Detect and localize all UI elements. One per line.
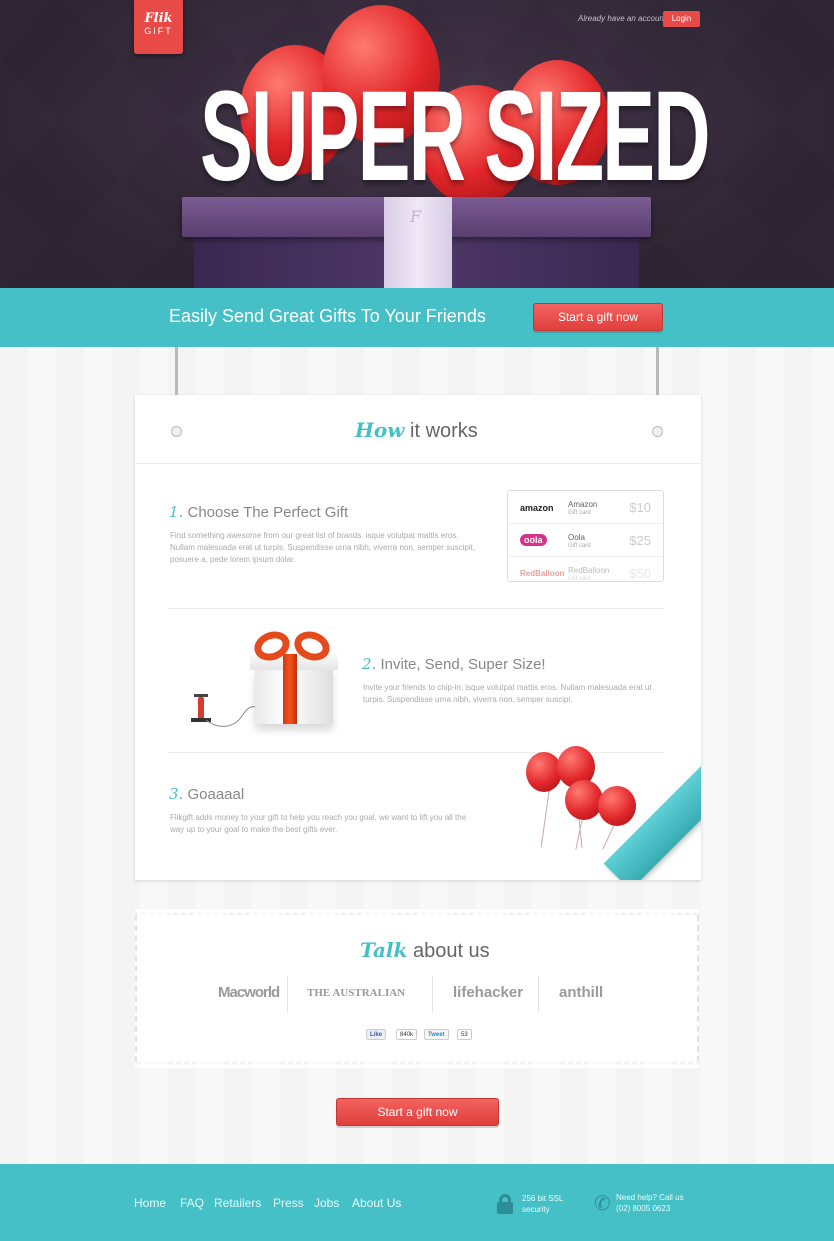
step-3-text: Flikgift adds money to your gift to help…: [170, 813, 467, 834]
giftcard-price: $10: [629, 500, 651, 515]
press-logo-lifehacker[interactable]: lifehacker: [453, 984, 523, 1001]
ribbon-logo-mark: F: [410, 207, 422, 226]
start-gift-button[interactable]: Start a gift now: [533, 303, 663, 331]
press-logo-the-australian[interactable]: THE AUSTRALIAN: [307, 987, 405, 999]
step-3-heading: Goaaaal: [183, 786, 245, 803]
giftcard-row[interactable]: amazon Amazon Gift card $10: [508, 491, 663, 524]
step-2-heading: Invite, Send, Super Size!: [376, 656, 546, 673]
press-separator: [538, 976, 539, 1012]
hero-banner: SUPER SIZED F: [0, 0, 834, 288]
talk-title: Talk about us: [360, 938, 490, 963]
card-pin-left: [171, 426, 182, 437]
giftcard-name: Amazon: [568, 500, 598, 509]
press-separator: [287, 976, 288, 1012]
talk-card-edge-bottom: [135, 1062, 699, 1068]
giftcard-sub: Gift card: [568, 576, 591, 582]
footer-link-home[interactable]: Home: [134, 1196, 166, 1210]
how-title-accent: How: [355, 418, 405, 442]
facebook-like-button[interactable]: Like: [366, 1029, 387, 1040]
giftcard-sub: Gift card: [568, 510, 591, 516]
start-gift-bottom-button[interactable]: Start a gift now: [336, 1098, 499, 1126]
flikgift-logo[interactable]: Flik GIFT: [134, 0, 183, 54]
giftcard-sub: Gift card: [568, 543, 591, 549]
giftcard-price: $50: [629, 566, 651, 581]
press-logo-macworld[interactable]: Macworld: [218, 984, 280, 1001]
footer-link-retailers[interactable]: Retailers: [214, 1196, 261, 1210]
step-1-title: 1. Choose The Perfect Gift: [169, 503, 348, 521]
giftcard-row[interactable]: RedBalloon RedBalloon Gift card $50: [508, 557, 663, 582]
redballoon-logo: RedBalloon: [520, 569, 565, 578]
tweet-button[interactable]: Tweet: [424, 1029, 449, 1040]
talk-title-rest: about us: [407, 940, 490, 962]
step-3-number: 3.: [169, 785, 184, 803]
logo-line1: Flik: [144, 11, 173, 26]
giftcard-list: amazon Amazon Gift card $10 oola Oola Gi…: [507, 490, 664, 582]
help-phone-number[interactable]: (02) 8005 0623: [616, 1203, 670, 1215]
how-it-works-title: How it works: [355, 418, 478, 443]
footer: [0, 1164, 834, 1241]
giftcard-name: RedBalloon: [568, 566, 610, 575]
login-prompt: Already have an account?: [578, 14, 671, 23]
giftcard-name: Oola: [568, 533, 585, 542]
step-3-title: 3. Goaaaal: [169, 785, 244, 803]
amazon-logo: amazon: [520, 503, 554, 513]
footer-link-faq[interactable]: FAQ: [180, 1196, 204, 1210]
corner-ribbon-clip: [470, 740, 701, 880]
press-separator: [432, 976, 433, 1012]
facebook-like-count: 840k: [396, 1029, 418, 1040]
step-1-number: 1.: [169, 503, 184, 521]
lock-icon: [497, 1194, 513, 1214]
phone-icon: ✆: [594, 1193, 611, 1215]
talk-title-accent: Talk: [360, 938, 408, 962]
tagline: Easily Send Great Gifts To Your Friends: [169, 306, 486, 326]
login-button[interactable]: Login: [663, 11, 700, 27]
footer-link-about-us[interactable]: About Us: [352, 1196, 401, 1210]
press-logo-anthill[interactable]: anthill: [559, 984, 603, 1001]
how-title-rest: it works: [404, 420, 478, 442]
step-divider: [169, 608, 664, 609]
lock-body: [497, 1202, 513, 1214]
giftcard-row[interactable]: oola Oola Gift card $25: [508, 524, 663, 557]
card-header-divider: [135, 463, 701, 464]
oola-logo: oola: [520, 534, 547, 546]
footer-link-press[interactable]: Press: [273, 1196, 304, 1210]
giftcard-price: $25: [629, 533, 651, 548]
step-2-title: 2. Invite, Send, Super Size!: [362, 655, 546, 673]
step-1-heading: Choose The Perfect Gift: [183, 504, 349, 521]
tweet-count: 53: [457, 1029, 472, 1040]
hero-title: SUPER SIZED: [200, 65, 711, 208]
gift-ribbon: F: [384, 197, 452, 288]
corner-ribbon: [603, 757, 701, 880]
step-1-text: Find something awesome from our great li…: [170, 531, 476, 564]
gift-ribbon-illustration: [283, 654, 297, 724]
card-pin-right: [652, 426, 663, 437]
step-2-number: 2.: [362, 655, 377, 673]
step-2-text: Invite your friends to chip-in, isque vo…: [363, 683, 652, 704]
ssl-line2: security: [522, 1205, 550, 1214]
logo-line2: GIFT: [144, 26, 173, 36]
footer-link-jobs[interactable]: Jobs: [314, 1196, 339, 1210]
